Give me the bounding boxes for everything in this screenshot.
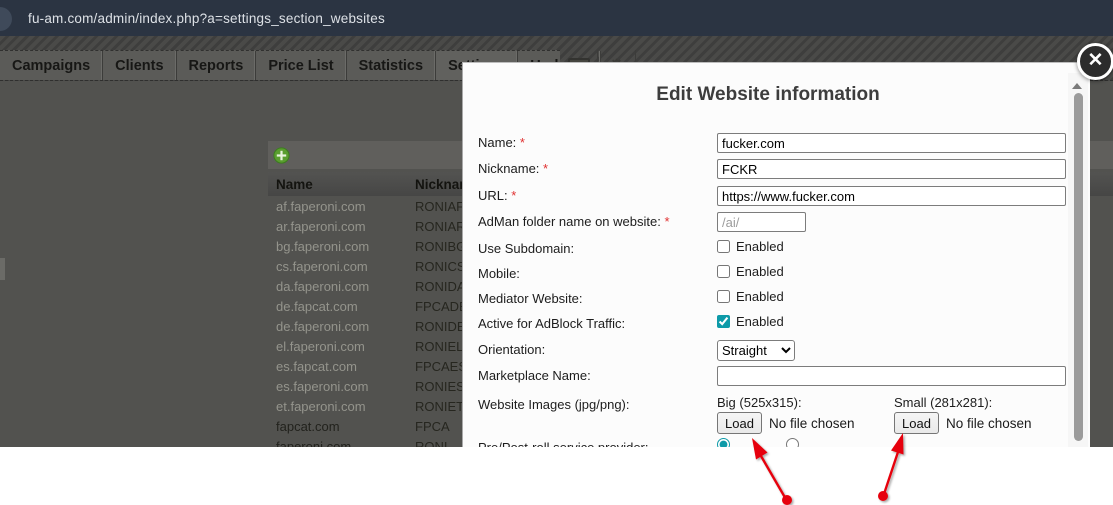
form-row-orientation: Orientation: Straight <box>463 340 1073 364</box>
form-row-nickname: Nickname: * <box>463 159 1073 183</box>
form-row-marketplace: Marketplace Name: <box>463 366 1073 390</box>
marketplace-label: Marketplace Name: <box>478 368 591 383</box>
form-row-adman-folder: AdMan folder name on website: * <box>463 212 1073 236</box>
website-images-label: Website Images (jpg/png): <box>478 397 630 412</box>
required-asterisk: * <box>511 188 516 203</box>
adman-folder-input[interactable] <box>717 212 806 232</box>
close-icon: ✕ <box>1088 51 1104 70</box>
menu-tab-price-list[interactable]: Price List <box>256 51 346 80</box>
use-subdomain-checkbox[interactable] <box>717 240 730 253</box>
add-website-icon[interactable] <box>273 147 290 164</box>
orientation-select[interactable]: Straight <box>717 340 795 361</box>
edit-website-modal: Edit Website information Name: * Nicknam… <box>462 62 1090 447</box>
modal-title: Edit Website information <box>463 84 1073 106</box>
mobile-label: Mobile: <box>478 266 520 281</box>
preroll-radio-2[interactable] <box>786 438 799 447</box>
preroll-radio-1[interactable] <box>717 438 730 447</box>
mediator-enabled-label: Enabled <box>736 289 784 304</box>
nickname-label: Nickname: <box>478 161 539 176</box>
table-header-name[interactable]: Name <box>276 177 415 192</box>
use-subdomain-label: Use Subdomain: <box>478 241 574 256</box>
browser-tab-circle-icon <box>0 7 12 31</box>
preroll-provider-label: Pre/Post-roll service provider: <box>478 440 649 447</box>
url-label: URL: <box>478 188 508 203</box>
menu-tab-statistics[interactable]: Statistics <box>347 51 436 80</box>
form-row-image-uploads: Load No file chosen Load No file chosen <box>463 412 1073 438</box>
big-image-label: Big (525x315): <box>717 395 802 410</box>
small-image-label: Small (281x281): <box>894 395 992 410</box>
mediator-checkbox[interactable] <box>717 290 730 303</box>
required-asterisk: * <box>543 161 548 176</box>
name-input[interactable] <box>717 133 1066 153</box>
adblock-checkbox[interactable] <box>717 315 730 328</box>
browser-address-bar: fu-am.com/admin/index.php?a=settings_sec… <box>0 0 1113 36</box>
mediator-label: Mediator Website: <box>478 291 583 306</box>
form-row-preroll-provider: Pre/Post-roll service provider: <box>463 438 1073 447</box>
form-row-name: Name: * <box>463 133 1073 157</box>
modal-scrollbar-thumb[interactable] <box>1074 93 1083 441</box>
mobile-checkbox[interactable] <box>717 265 730 278</box>
nickname-input[interactable] <box>717 159 1066 179</box>
orientation-label: Orientation: <box>478 342 545 357</box>
big-image-no-file-text: No file chosen <box>769 416 855 431</box>
form-row-mediator: Mediator Website: Enabled <box>463 289 1073 313</box>
form-row-adblock: Active for AdBlock Traffic: Enabled <box>463 314 1073 338</box>
small-image-no-file-text: No file chosen <box>946 416 1032 431</box>
address-url[interactable]: fu-am.com/admin/index.php?a=settings_sec… <box>28 11 385 26</box>
use-subdomain-enabled-label: Enabled <box>736 239 784 254</box>
form-row-mobile: Mobile: Enabled <box>463 264 1073 288</box>
adblock-label: Active for AdBlock Traffic: <box>478 316 625 331</box>
left-edge-tab[interactable] <box>0 258 5 280</box>
menu-tab-clients[interactable]: Clients <box>103 51 176 80</box>
modal-close-button[interactable]: ✕ <box>1077 43 1113 80</box>
form-row-use-subdomain: Use Subdomain: Enabled <box>463 239 1073 263</box>
menu-tab-reports[interactable]: Reports <box>177 51 257 80</box>
url-input[interactable] <box>717 186 1066 206</box>
form-row-url: URL: * <box>463 186 1073 210</box>
name-label: Name: <box>478 135 516 150</box>
marketplace-input[interactable] <box>717 366 1066 386</box>
adblock-enabled-label: Enabled <box>736 314 784 329</box>
required-asterisk: * <box>664 214 669 229</box>
menu-tab-campaigns[interactable]: Campaigns <box>0 51 103 80</box>
screen: fu-am.com/admin/index.php?a=settings_sec… <box>0 0 1113 505</box>
scroll-up-arrow-icon[interactable] <box>1072 83 1082 89</box>
big-image-load-button[interactable]: Load <box>717 412 762 434</box>
adman-folder-label: AdMan folder name on website: <box>478 214 661 229</box>
bottom-white-strip <box>0 447 1113 505</box>
small-image-load-button[interactable]: Load <box>894 412 939 434</box>
required-asterisk: * <box>520 135 525 150</box>
mobile-enabled-label: Enabled <box>736 264 784 279</box>
